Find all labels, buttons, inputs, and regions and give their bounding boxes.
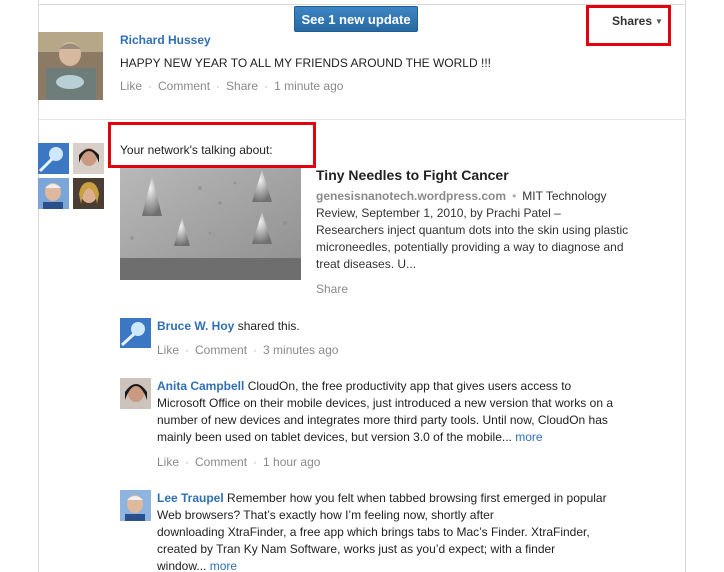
- avatar-bruce-w-hoy[interactable]: [120, 318, 151, 348]
- like-link[interactable]: Like: [157, 455, 179, 469]
- separator-dot: ·: [148, 79, 153, 93]
- separator-dot: ·: [253, 343, 258, 357]
- post-actions: Like · Comment · Share · 1 minute ago: [120, 79, 343, 93]
- shares-filter-dropdown[interactable]: Shares ▼: [586, 5, 671, 46]
- share-text-line: Remember how you felt when tabbed browsi…: [227, 491, 607, 505]
- separator-dot: •: [512, 189, 517, 203]
- share-actions: Like · Comment · 1 hour ago: [157, 455, 320, 469]
- article-desc-line: Review, September 1, 2010, by Prachi Pat…: [316, 206, 561, 220]
- person-photo-icon: [73, 178, 104, 209]
- share-item-lee: Lee Traupel Remember how you felt when t…: [157, 490, 657, 572]
- post-like-link[interactable]: Like: [120, 79, 142, 93]
- article-desc-line: treat diseases. U...: [316, 257, 417, 271]
- separator-dot: ·: [185, 455, 190, 469]
- share-text-line: window...: [157, 559, 207, 572]
- more-link[interactable]: more: [210, 559, 237, 572]
- avatar-richard-hussey[interactable]: [38, 32, 103, 100]
- separator-dot: ·: [264, 79, 269, 93]
- post-text: HAPPY NEW YEAR TO ALL MY FRIENDS AROUND …: [120, 56, 491, 70]
- share-actions: Like · Comment · 3 minutes ago: [157, 343, 338, 357]
- share-text-line: Web browsers? That’s exactly how I’m fee…: [157, 508, 494, 522]
- separator-dot: ·: [253, 455, 258, 469]
- avatar-network-2[interactable]: [73, 143, 104, 174]
- avatar-anita-campbell[interactable]: [120, 378, 151, 409]
- share-text-line: downloading XtraFinder, a free app which…: [157, 525, 590, 539]
- shares-filter-label: Shares: [612, 14, 653, 28]
- person-photo-icon: [38, 178, 69, 209]
- separator-dot: ·: [216, 79, 221, 93]
- person-photo-icon: [120, 378, 151, 409]
- share-text-line: mainly been used on tablet devices, but …: [157, 430, 512, 444]
- avatar-network-3[interactable]: [38, 178, 69, 209]
- post-share-link[interactable]: Share: [226, 79, 258, 93]
- article-thumbnail[interactable]: [120, 168, 301, 280]
- article-desc-line: microneedles, potentially providing a wa…: [316, 240, 624, 254]
- post-comment-link[interactable]: Comment: [158, 79, 210, 93]
- sharer-name[interactable]: Bruce W. Hoy: [157, 319, 234, 333]
- article-desc-line: Researchers inject quantum dots into the…: [316, 223, 629, 237]
- sharer-name[interactable]: Lee Traupel: [157, 491, 224, 505]
- avatar-lee-traupel[interactable]: [120, 490, 151, 521]
- avatar-network-1[interactable]: [38, 143, 69, 174]
- avatar-network-4[interactable]: [73, 178, 104, 209]
- share-text: shared this.: [234, 319, 300, 333]
- comment-link[interactable]: Comment: [195, 343, 247, 357]
- avatar-photo-icon: [38, 32, 103, 100]
- share-text-line: created by Tran Ky Nam Software, works j…: [157, 542, 556, 556]
- person-photo-icon: [73, 143, 104, 174]
- article-title[interactable]: Tiny Needles to Fight Cancer: [316, 167, 509, 183]
- person-photo-icon: [120, 490, 151, 521]
- post-timestamp: 1 minute ago: [274, 79, 344, 93]
- share-item-anita: Anita Campbell CloudOn, the free product…: [157, 378, 657, 446]
- like-link[interactable]: Like: [157, 343, 179, 357]
- caret-down-icon: ▼: [655, 17, 663, 26]
- article-desc-first: MIT Technology: [522, 189, 607, 203]
- microneedles-photo-icon: [120, 168, 301, 280]
- comment-link[interactable]: Comment: [195, 455, 247, 469]
- post-divider: [38, 119, 686, 120]
- more-link[interactable]: more: [515, 430, 542, 444]
- lightbulb-photo-icon: [120, 318, 151, 348]
- article-source[interactable]: genesisnanotech.wordpress.com: [316, 189, 506, 203]
- separator-dot: ·: [185, 343, 190, 357]
- post-author[interactable]: Richard Hussey: [120, 33, 211, 47]
- share-item-bruce: Bruce W. Hoy shared this.: [157, 318, 300, 335]
- article-share-link[interactable]: Share: [316, 282, 348, 296]
- timestamp: 1 hour ago: [263, 455, 321, 469]
- share-text-line: Microsoft Office on their mobile devices…: [157, 396, 613, 410]
- share-text-line: CloudOn, the free productivity app that …: [247, 379, 572, 393]
- lightbulb-photo-icon: [38, 143, 69, 174]
- article-description: genesisnanotech.wordpress.com • MIT Techno…: [316, 188, 666, 273]
- timestamp: 3 minutes ago: [263, 343, 339, 357]
- network-heading: Your network's talking about:: [120, 143, 273, 157]
- see-new-update-button[interactable]: See 1 new update: [294, 6, 418, 32]
- share-text-line: number of new devices and integrates mor…: [157, 413, 608, 427]
- sharer-name[interactable]: Anita Campbell: [157, 379, 244, 393]
